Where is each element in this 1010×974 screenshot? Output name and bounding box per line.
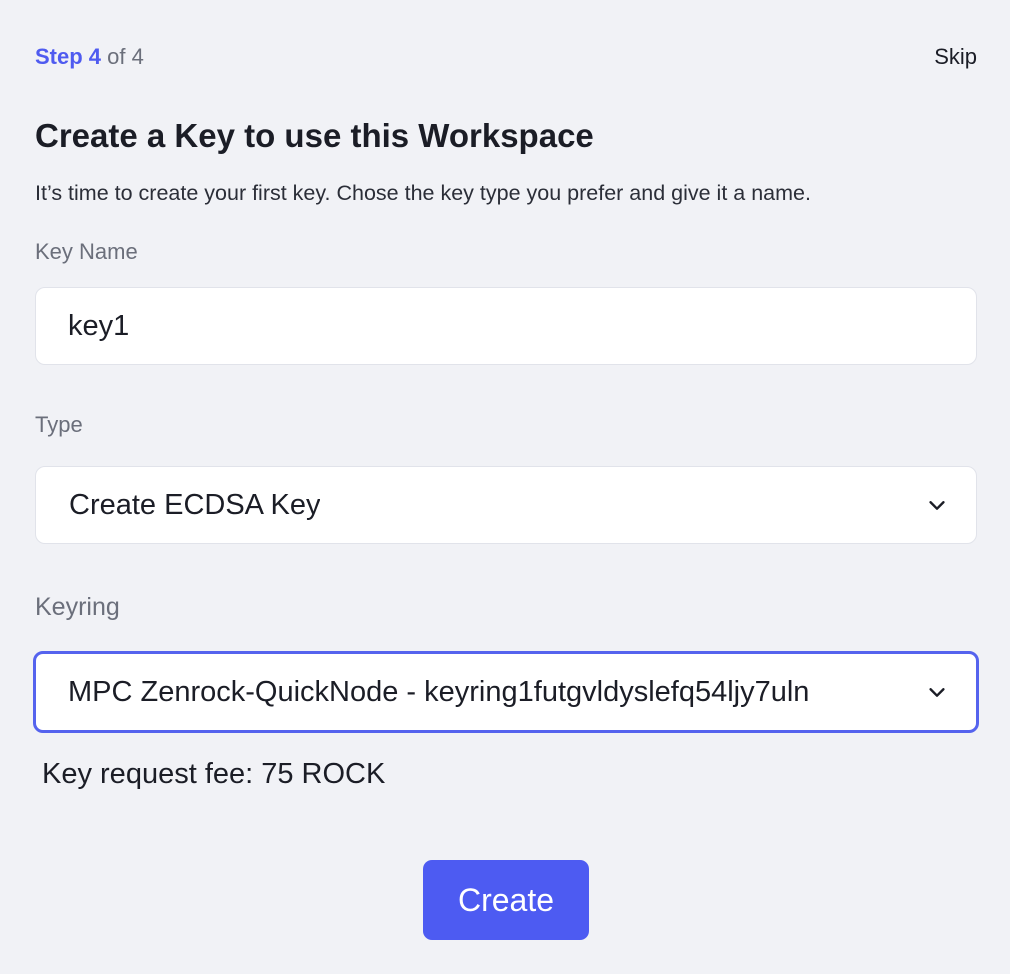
type-selected-value: Create ECDSA Key	[69, 488, 321, 521]
create-button[interactable]: Create	[423, 860, 589, 940]
skip-link[interactable]: Skip	[934, 44, 977, 70]
step-current: Step 4	[35, 44, 102, 69]
chevron-down-icon	[929, 688, 945, 697]
keyring-selected-value: MPC Zenrock-QuickNode - keyring1futgvldy…	[68, 675, 810, 708]
page-title: Create a Key to use this Workspace	[35, 117, 594, 154]
step-total: of 4	[107, 44, 144, 69]
keyring-select[interactable]: MPC Zenrock-QuickNode - keyring1futgvldy…	[33, 651, 979, 733]
key-request-fee: Key request fee: 75 ROCK	[42, 758, 386, 790]
key-name-input[interactable]	[36, 288, 976, 364]
type-select[interactable]: Create ECDSA Key	[35, 466, 977, 544]
step-indicator: Step 4 of 4	[35, 44, 144, 70]
key-name-field-wrapper	[35, 287, 977, 365]
type-label: Type	[35, 412, 83, 437]
key-name-label: Key Name	[35, 239, 138, 264]
page-subtitle: It’s time to create your first key. Chos…	[35, 181, 811, 205]
chevron-down-icon	[929, 501, 945, 510]
keyring-label: Keyring	[35, 593, 120, 621]
create-key-modal: Step 4 of 4 Skip Create a Key to use thi…	[0, 0, 1010, 974]
